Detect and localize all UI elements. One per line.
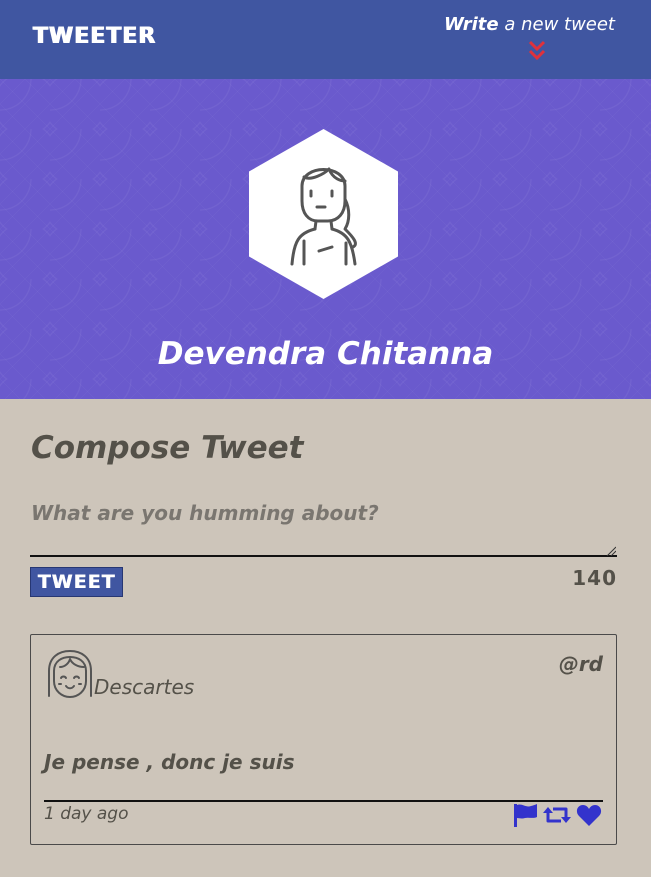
user-avatar-icon <box>48 650 92 698</box>
tweet-content: Je pense , donc je suis <box>44 750 295 774</box>
tweet-actions <box>511 802 603 828</box>
heart-icon[interactable] <box>575 802 603 828</box>
compose-title: Compose Tweet <box>31 430 304 466</box>
resize-grip-icon[interactable] <box>606 546 616 556</box>
tweet-handle: @rd <box>558 652 603 676</box>
write-label-rest: a new tweet <box>498 14 615 35</box>
user-avatar-icon <box>249 129 398 299</box>
profile-name: Devendra Chitanna <box>157 336 494 372</box>
retweet-icon[interactable] <box>543 802 571 828</box>
tweet-submit-button[interactable]: TWEET <box>30 567 123 597</box>
flag-icon[interactable] <box>511 802 539 828</box>
navbar: TWEETER Write a new tweet <box>0 0 651 79</box>
tweet-timestamp: 1 day ago <box>44 804 129 824</box>
double-chevron-down-icon[interactable] <box>525 40 549 62</box>
tweet-author: Descartes <box>94 675 195 699</box>
write-label-strong: Write <box>443 14 499 35</box>
tweet-input[interactable] <box>30 499 617 557</box>
brand-logo[interactable]: TWEETER <box>33 24 156 49</box>
tweet-card: Descartes @rd Je pense , donc je suis 1 … <box>30 634 617 845</box>
character-counter: 140 <box>572 566 617 590</box>
write-new-tweet-toggle[interactable]: Write a new tweet <box>444 14 615 35</box>
